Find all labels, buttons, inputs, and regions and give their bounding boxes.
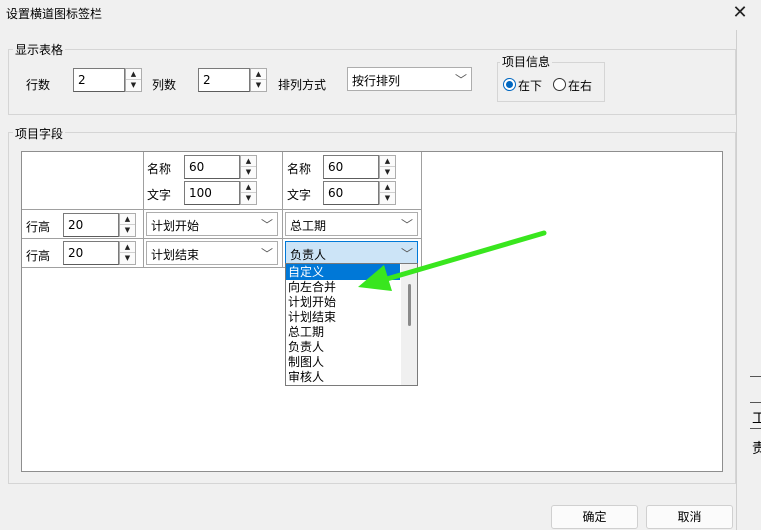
col2-name-label: 名称 — [287, 162, 312, 176]
background-line — [750, 376, 761, 377]
cols-input[interactable]: 2 — [198, 68, 250, 92]
col1-text-input[interactable]: 100 — [184, 181, 240, 205]
dropdown-item[interactable]: 负责人 — [288, 340, 324, 355]
up-arrow-icon[interactable]: ▲ — [380, 156, 395, 167]
radio-below[interactable] — [503, 78, 516, 91]
up-arrow-icon[interactable]: ▲ — [241, 156, 256, 167]
col2-name-value: 60 — [328, 160, 344, 174]
row2-height-value: 20 — [68, 246, 84, 260]
row2-field1-value: 计划结束 — [151, 248, 200, 262]
up-arrow-icon[interactable]: ▲ — [251, 69, 266, 80]
col1-text-stepper[interactable]: ▲ ▼ — [240, 181, 257, 205]
project-info-group-label: 项目信息 — [500, 53, 553, 70]
radio-below-label[interactable]: 在下 — [518, 77, 542, 94]
col2-name-stepper[interactable]: ▲ ▼ — [379, 155, 396, 179]
arrow-head — [358, 265, 392, 291]
chevron-down-icon: ﹀ — [260, 218, 273, 232]
ok-button[interactable]: 确定 — [551, 505, 638, 529]
background-line — [750, 402, 761, 403]
arrange-value: 按行排列 — [352, 74, 401, 88]
grid-line — [22, 209, 422, 210]
col1-text-value: 100 — [189, 186, 212, 200]
dropdown-item[interactable]: 总工期 — [288, 325, 324, 340]
annotation-arrow — [358, 230, 547, 291]
dropdown-item[interactable]: 审核人 — [288, 370, 324, 385]
rows-stepper[interactable]: ▲ ▼ — [125, 68, 142, 92]
down-arrow-icon[interactable]: ▼ — [380, 167, 395, 178]
col2-name-input[interactable]: 60 — [323, 155, 379, 179]
row1-height-label: 行高 — [26, 220, 51, 234]
col2-text-label: 文字 — [287, 188, 312, 202]
close-button[interactable]: ✕ — [726, 1, 754, 25]
cols-stepper[interactable]: ▲ ▼ — [250, 68, 267, 92]
dropdown-item[interactable]: 自定义 — [288, 265, 324, 280]
up-arrow-icon[interactable]: ▲ — [380, 182, 395, 193]
row2-field1-select[interactable]: 计划结束 ﹀ — [146, 241, 278, 265]
chevron-down-icon: ﹀ — [260, 247, 273, 261]
cols-value: 2 — [203, 73, 211, 87]
background-line — [750, 428, 761, 429]
window-title: 设置横道图标签栏 — [6, 7, 103, 21]
down-arrow-icon[interactable]: ▼ — [380, 193, 395, 204]
col1-name-value: 60 — [189, 160, 205, 174]
up-arrow-icon[interactable]: ▲ — [241, 182, 256, 193]
chevron-down-icon: ﹀ — [454, 73, 467, 87]
row1-height-value: 20 — [68, 218, 84, 232]
radio-right-label[interactable]: 在右 — [568, 77, 592, 94]
row1-field1-value: 计划开始 — [151, 219, 200, 233]
row1-height-stepper[interactable]: ▲ ▼ — [119, 213, 136, 237]
rows-label: 行数 — [26, 78, 51, 92]
dropdown-item[interactable]: 向左合并 — [288, 280, 336, 295]
col1-text-label: 文字 — [147, 188, 172, 202]
col1-name-input[interactable]: 60 — [184, 155, 240, 179]
row1-field2-value: 总工期 — [290, 219, 327, 233]
arrow-shaft — [377, 230, 547, 284]
cols-label: 列数 — [152, 78, 177, 92]
down-arrow-icon[interactable]: ▼ — [126, 80, 141, 91]
down-arrow-icon[interactable]: ▼ — [120, 225, 135, 236]
row2-field2-value: 负责人 — [290, 248, 327, 262]
col1-name-stepper[interactable]: ▲ ▼ — [240, 155, 257, 179]
arrange-label: 排列方式 — [278, 78, 327, 92]
down-arrow-icon[interactable]: ▼ — [120, 253, 135, 264]
row1-height-input[interactable]: 20 — [63, 213, 119, 237]
rows-input[interactable]: 2 — [73, 68, 125, 92]
background-text-fragment: 工 — [752, 411, 761, 427]
row2-height-label: 行高 — [26, 249, 51, 263]
project-fields-group-label: 项目字段 — [13, 125, 66, 142]
row1-field1-select[interactable]: 计划开始 ﹀ — [146, 212, 278, 236]
col1-name-label: 名称 — [147, 162, 172, 176]
dropdown-item[interactable]: 计划结束 — [288, 310, 336, 325]
title-bar — [0, 0, 761, 28]
down-arrow-icon[interactable]: ▼ — [241, 193, 256, 204]
col2-text-stepper[interactable]: ▲ ▼ — [379, 181, 396, 205]
dropdown-item[interactable]: 计划开始 — [288, 295, 336, 310]
col2-text-value: 60 — [328, 186, 344, 200]
row2-height-input[interactable]: 20 — [63, 241, 119, 265]
up-arrow-icon[interactable]: ▲ — [126, 69, 141, 80]
up-arrow-icon[interactable]: ▲ — [120, 214, 135, 225]
up-arrow-icon[interactable]: ▲ — [120, 242, 135, 253]
dropdown-item[interactable]: 制图人 — [288, 355, 324, 370]
close-icon: ✕ — [732, 2, 748, 23]
grid-line — [22, 267, 285, 268]
down-arrow-icon[interactable]: ▼ — [241, 167, 256, 178]
background-text-fragment: 责 — [752, 441, 761, 457]
col2-text-input[interactable]: 60 — [323, 181, 379, 205]
cancel-button[interactable]: 取消 — [646, 505, 733, 529]
display-table-group-label: 显示表格 — [13, 41, 66, 58]
arrange-select[interactable]: 按行排列 ﹀ — [347, 67, 472, 91]
rows-value: 2 — [78, 73, 86, 87]
radio-right[interactable] — [553, 78, 566, 91]
row2-height-stepper[interactable]: ▲ ▼ — [119, 241, 136, 265]
down-arrow-icon[interactable]: ▼ — [251, 80, 266, 91]
